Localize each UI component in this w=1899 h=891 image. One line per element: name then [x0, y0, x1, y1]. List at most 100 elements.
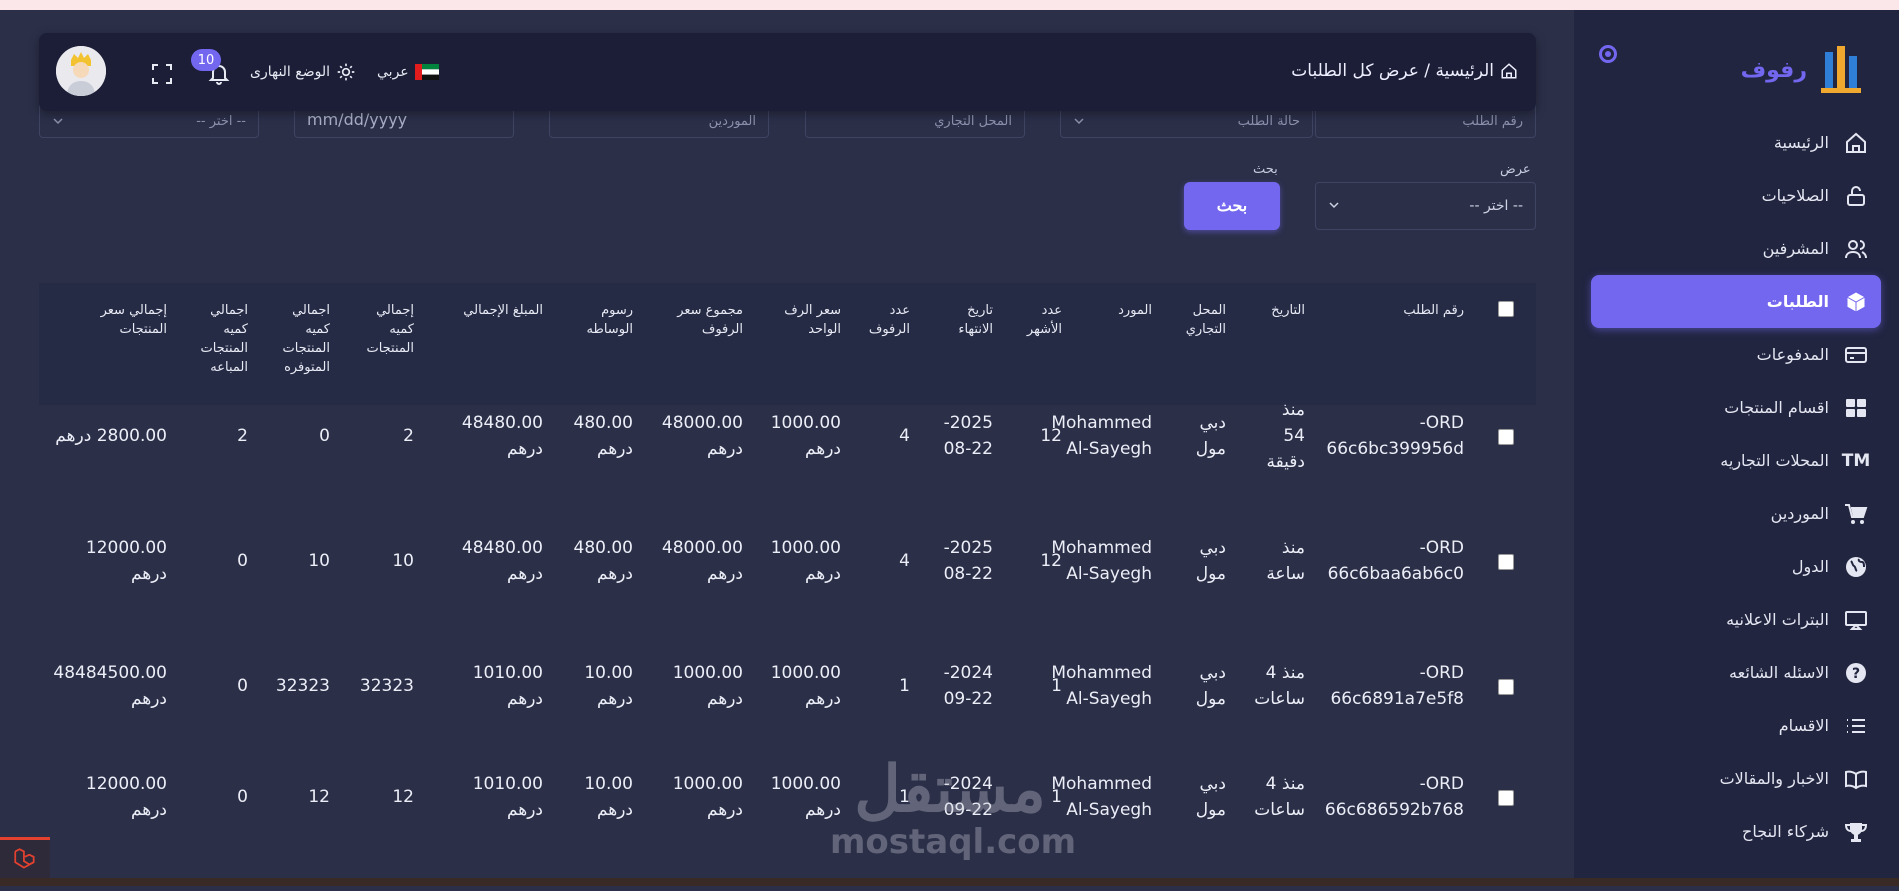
top-header: الرئيسية / عرض كل الطلبات عربي الوضع الن…: [39, 33, 1536, 111]
th-shelves-total: مجموع سعر الرفوف: [677, 303, 743, 337]
question-icon: ?: [1843, 660, 1869, 686]
language-switcher[interactable]: عربي: [377, 59, 439, 85]
book-icon: [1843, 766, 1869, 792]
breadcrumb: الرئيسية / عرض كل الطلبات: [1291, 61, 1518, 81]
cell-store: دبي مول: [1195, 538, 1226, 584]
cell-brokerage-fee: 480.00 درهم: [573, 413, 633, 459]
list-icon: [1843, 713, 1869, 739]
cell-date: منذ ساعة: [1266, 538, 1305, 584]
cell-available-products-qty: 0: [319, 426, 330, 446]
cell-products-total-price: 12000.00 درهم: [85, 774, 167, 820]
sidebar-item-home[interactable]: الرئيسية: [1591, 116, 1881, 169]
sidebar-item-label: اقسام المنتجات: [1724, 398, 1829, 417]
sidebar-item-stores[interactable]: TM المحلات التجاريه: [1591, 434, 1881, 487]
fullscreen-icon: [152, 64, 172, 84]
sidebar-item-permissions[interactable]: الصلاحيات: [1591, 169, 1881, 222]
home-icon[interactable]: [1500, 62, 1518, 80]
sidebar-item-label: المشرفين: [1762, 239, 1829, 258]
sidebar-item-label: الدول: [1791, 557, 1829, 576]
row-checkbox[interactable]: [1498, 790, 1514, 806]
sidebar-item-news[interactable]: الاخبار والمقالات: [1591, 752, 1881, 805]
cell-end-date: 2025- 08-22: [943, 413, 993, 459]
cell-available-products-qty: 12: [308, 787, 330, 807]
cell-shelves-total: 1000.00 درهم: [672, 774, 743, 820]
sidebar-item-label: شركاء النجاح: [1741, 822, 1829, 841]
laravel-debug-icon[interactable]: [0, 837, 50, 878]
row-checkbox[interactable]: [1498, 679, 1514, 695]
cell-total-amount: 1010.00 درهم: [472, 774, 543, 820]
th-total-products-qty: إجمالي كميه المنتجات: [366, 303, 414, 356]
sidebar: رفوف الرئيسية الصلاحيات المشرفين الطلبات…: [1574, 10, 1899, 878]
th-brokerage-fee: رسوم الوساطه: [586, 303, 633, 337]
sidebar-item-admins[interactable]: المشرفين: [1591, 222, 1881, 275]
show-select[interactable]: -- اختر --: [1315, 182, 1536, 230]
cell-shelves-count: 4: [899, 551, 910, 571]
sidebar-item-faq[interactable]: ? الاسئله الشائعه: [1591, 646, 1881, 699]
search-button[interactable]: بحث: [1184, 182, 1280, 230]
cell-store: دبي مول: [1195, 774, 1226, 820]
cell-shelves-total: 48000.00 درهم: [661, 413, 743, 459]
cell-months: 1: [1051, 676, 1062, 696]
users-icon: [1843, 236, 1869, 262]
sidebar-item-suppliers[interactable]: الموردين: [1591, 487, 1881, 540]
row-checkbox[interactable]: [1498, 554, 1514, 570]
cell-available-products-qty: 10: [308, 551, 330, 571]
table-row[interactable]: ORD- 66c686592b768 منذ 4 ساعات دبي مول Moha…: [39, 771, 1536, 891]
th-sold-products-qty: اجمالي كميه المنتجات المباعه: [200, 303, 248, 375]
avatar[interactable]: [56, 46, 106, 96]
cell-total-products-qty: 10: [392, 551, 414, 571]
sidebar-item-label: المدفوعات: [1756, 345, 1829, 364]
table-row[interactable]: ORD- 66c6891a7e5f8 منذ 4 ساعات دبي مول Moha…: [39, 660, 1536, 780]
sidebar-nav: الرئيسية الصلاحيات المشرفين الطلبات المد…: [1591, 116, 1881, 858]
cell-total-products-qty: 12: [392, 787, 414, 807]
chevron-down-icon: [1074, 118, 1084, 125]
th-store: المحل التجاري: [1185, 303, 1226, 337]
cell-end-date: 2025- 08-22: [943, 538, 993, 584]
show-select-value: -- اختر --: [1469, 198, 1523, 214]
th-products-total-price: إجمالي سعر المنتجات: [100, 303, 167, 337]
sidebar-item-orders[interactable]: الطلبات: [1591, 275, 1881, 328]
theme-toggle[interactable]: الوضع النهارى: [250, 59, 356, 85]
select-all-checkbox[interactable]: [1498, 301, 1514, 317]
monitor-icon: [1843, 607, 1869, 633]
uae-flag-icon: [414, 64, 439, 80]
sidebar-item-countries[interactable]: الدول: [1591, 540, 1881, 593]
box-icon: [1843, 289, 1869, 315]
table-row[interactable]: ORD- 66c6baa6ab6c0 منذ ساعة دبي مول Mohamme…: [39, 535, 1536, 655]
brand-name: رفوف: [1740, 57, 1807, 83]
cell-total-amount: 48480.00 درهم: [461, 538, 543, 584]
sidebar-item-sections[interactable]: الاقسام: [1591, 699, 1881, 752]
cell-order-number: ORD- 66c686592b768: [1324, 774, 1464, 820]
sidebar-item-payments[interactable]: المدفوعات: [1591, 328, 1881, 381]
th-shelf-price: سعر الرف الواحد: [784, 303, 841, 337]
date-placeholder: mm/dd/yyyy: [307, 110, 408, 129]
cell-available-products-qty: 32323: [275, 676, 330, 696]
sidebar-item-banners[interactable]: البترات الاعلانيه: [1591, 593, 1881, 646]
sidebar-item-label: الاسئله الشائعه: [1729, 663, 1829, 682]
cell-total-products-qty: 32323: [359, 676, 414, 696]
fullscreen-button[interactable]: [150, 61, 174, 87]
cell-brokerage-fee: 10.00 درهم: [584, 774, 633, 820]
sidebar-item-product-categories[interactable]: اقسام المنتجات: [1591, 381, 1881, 434]
th-order-number: رقم الطلب: [1403, 303, 1464, 318]
cell-order-number: ORD- 66c6891a7e5f8: [1330, 663, 1464, 709]
table-row[interactable]: ORD- 66c6bc399956d منذ 54 دقيقة دبي مول Moh…: [39, 400, 1536, 530]
row-checkbox[interactable]: [1498, 429, 1514, 445]
cell-brokerage-fee: 480.00 درهم: [573, 538, 633, 584]
sidebar-toggle-icon[interactable]: [1599, 45, 1617, 63]
th-supplier: المورد: [1118, 303, 1152, 318]
store-placeholder: المحل التجاري: [934, 114, 1012, 129]
cell-shelves-count: 1: [899, 676, 910, 696]
brand[interactable]: رفوف: [1741, 40, 1867, 100]
breadcrumb-text[interactable]: الرئيسية / عرض كل الطلبات: [1291, 61, 1494, 81]
chevron-down-icon: [53, 118, 63, 125]
cell-shelf-price: 1000.00 درهم: [770, 663, 841, 709]
table-header: رقم الطلب التاريخ المحل التجاري المورد ع…: [39, 283, 1536, 405]
cell-products-total-price: 12000.00 درهم: [85, 538, 167, 584]
sidebar-item-partners[interactable]: شركاء النجاح: [1591, 805, 1881, 858]
trademark-icon: TM: [1841, 450, 1871, 471]
chevron-down-icon: [1329, 202, 1339, 209]
cell-shelves-count: 4: [899, 426, 910, 446]
th-end-date: تاريخ الانتهاء: [958, 303, 993, 337]
sidebar-item-label: الصلاحيات: [1761, 186, 1829, 205]
